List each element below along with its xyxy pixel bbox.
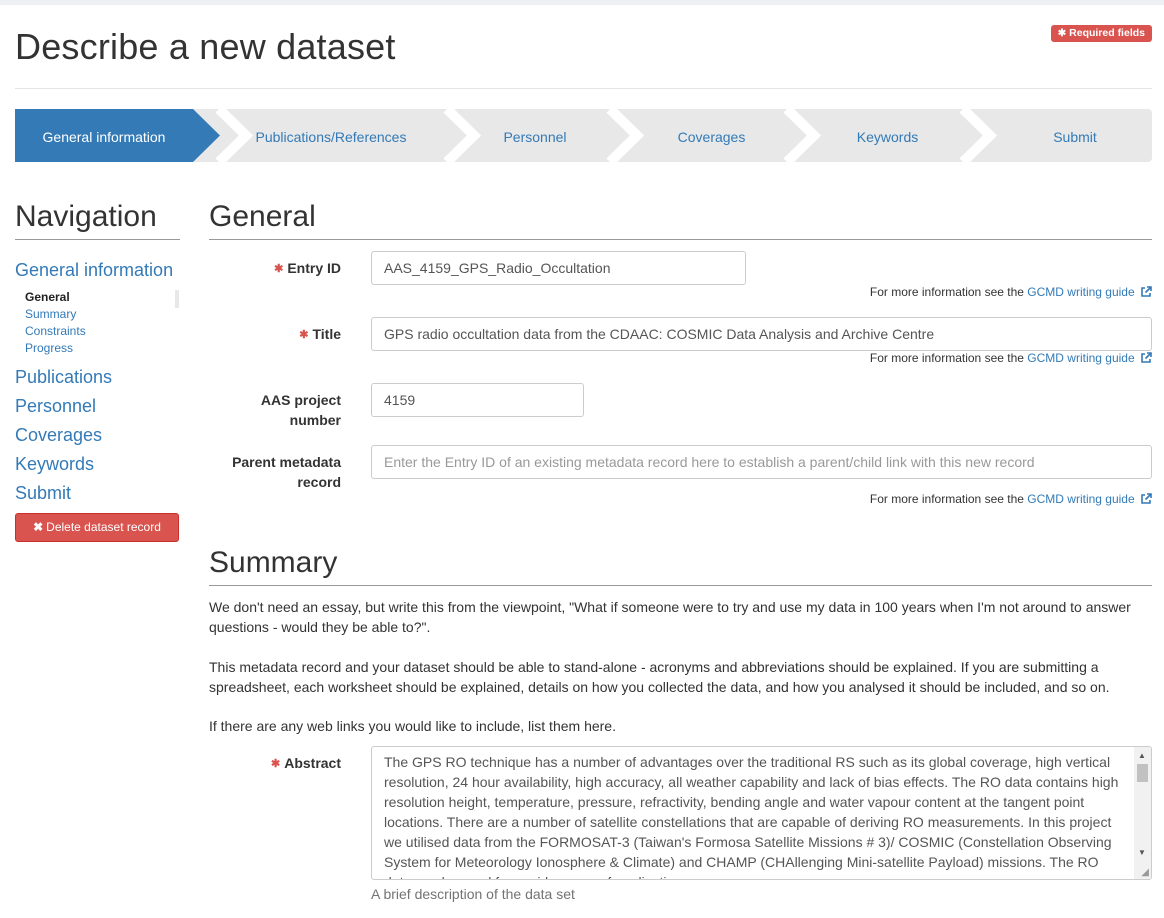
- required-asterisk-icon: ✱: [299, 329, 309, 341]
- scroll-down-icon[interactable]: ▼: [1138, 848, 1146, 857]
- nav-sub-progress[interactable]: Progress: [25, 341, 73, 355]
- wizard-steps: General information Publications/Referen…: [15, 109, 1152, 162]
- wizard-step-keywords[interactable]: Keywords: [810, 109, 965, 162]
- divider: [15, 239, 180, 240]
- nav-submit[interactable]: Submit: [15, 483, 71, 504]
- divider: [209, 239, 1152, 240]
- wizard-step-submit[interactable]: Submit: [985, 109, 1164, 162]
- wizard-step-coverages[interactable]: Coverages: [633, 109, 790, 162]
- entry-id-label: ✱ Entry ID: [274, 260, 341, 276]
- asterisk-icon: ✱: [1057, 28, 1067, 39]
- nav-scrollbar[interactable]: [175, 290, 179, 308]
- external-link-icon: [1141, 493, 1152, 504]
- nav-general-information[interactable]: General information: [15, 260, 173, 281]
- nav-publications[interactable]: Publications: [15, 367, 112, 388]
- parent-record-help: For more information see the GCMD writin…: [870, 492, 1152, 506]
- navigation-heading: Navigation: [15, 200, 157, 233]
- entry-id-help: For more information see the GCMD writin…: [870, 285, 1152, 299]
- divider: [209, 585, 1152, 586]
- title-label: ✱ Title: [299, 326, 341, 342]
- gcmd-writing-guide-link[interactable]: GCMD writing guide: [1027, 351, 1134, 365]
- top-border: [0, 0, 1164, 5]
- required-fields-badge: ✱ Required fields: [1050, 25, 1152, 42]
- abstract-label: ✱ Abstract: [270, 755, 341, 771]
- resize-handle-icon[interactable]: ◢: [1141, 867, 1149, 878]
- entry-id-input[interactable]: [371, 251, 746, 285]
- abstract-textarea[interactable]: The GPS RO technique has a number of adv…: [371, 746, 1152, 880]
- general-heading: General: [209, 200, 316, 233]
- parent-record-label: Parent metadata record: [232, 454, 341, 490]
- scrollbar-thumb[interactable]: [1137, 764, 1148, 782]
- summary-standalone-paragraph: This metadata record and your dataset sh…: [209, 659, 1110, 695]
- delete-dataset-button[interactable]: ✖ Delete dataset record: [15, 513, 179, 542]
- title-help: For more information see the GCMD writin…: [870, 351, 1152, 365]
- nav-sub-summary[interactable]: Summary: [25, 307, 76, 321]
- external-link-icon: [1141, 352, 1152, 363]
- project-number-input[interactable]: [371, 383, 584, 417]
- scroll-up-icon[interactable]: ▲: [1138, 751, 1146, 760]
- summary-intro-paragraph: We don't need an essay, but write this f…: [209, 599, 1131, 635]
- divider: [15, 88, 1152, 89]
- gcmd-writing-guide-link[interactable]: GCMD writing guide: [1027, 285, 1134, 299]
- title-input[interactable]: [371, 317, 1152, 351]
- abstract-help: A brief description of the data set: [371, 886, 575, 902]
- nav-coverages[interactable]: Coverages: [15, 425, 102, 446]
- abstract-text[interactable]: The GPS RO technique has a number of adv…: [384, 752, 1119, 879]
- required-asterisk-icon: ✱: [274, 263, 284, 275]
- nav-keywords[interactable]: Keywords: [15, 454, 94, 475]
- wizard-step-publications[interactable]: Publications/References: [240, 109, 422, 162]
- summary-links-paragraph: If there are any web links you would lik…: [209, 718, 616, 734]
- summary-heading: Summary: [209, 546, 338, 579]
- close-icon: ✖: [33, 520, 44, 534]
- project-number-label: AAS project number: [260, 392, 341, 428]
- page: ✱ Required fields Describe a new dataset …: [0, 0, 1164, 918]
- abstract-scrollbar[interactable]: ▲ ▼: [1134, 747, 1151, 879]
- external-link-icon: [1141, 286, 1152, 297]
- required-asterisk-icon: ✱: [270, 758, 281, 770]
- wizard-step-general-information[interactable]: General information: [15, 109, 193, 162]
- nav-sub-general[interactable]: General: [25, 290, 70, 304]
- page-title: Describe a new dataset: [15, 26, 396, 67]
- parent-record-input[interactable]: [371, 445, 1152, 479]
- gcmd-writing-guide-link[interactable]: GCMD writing guide: [1027, 492, 1134, 506]
- nav-personnel[interactable]: Personnel: [15, 396, 96, 417]
- nav-sub-constraints[interactable]: Constraints: [25, 324, 86, 338]
- wizard-step-personnel[interactable]: Personnel: [470, 109, 600, 162]
